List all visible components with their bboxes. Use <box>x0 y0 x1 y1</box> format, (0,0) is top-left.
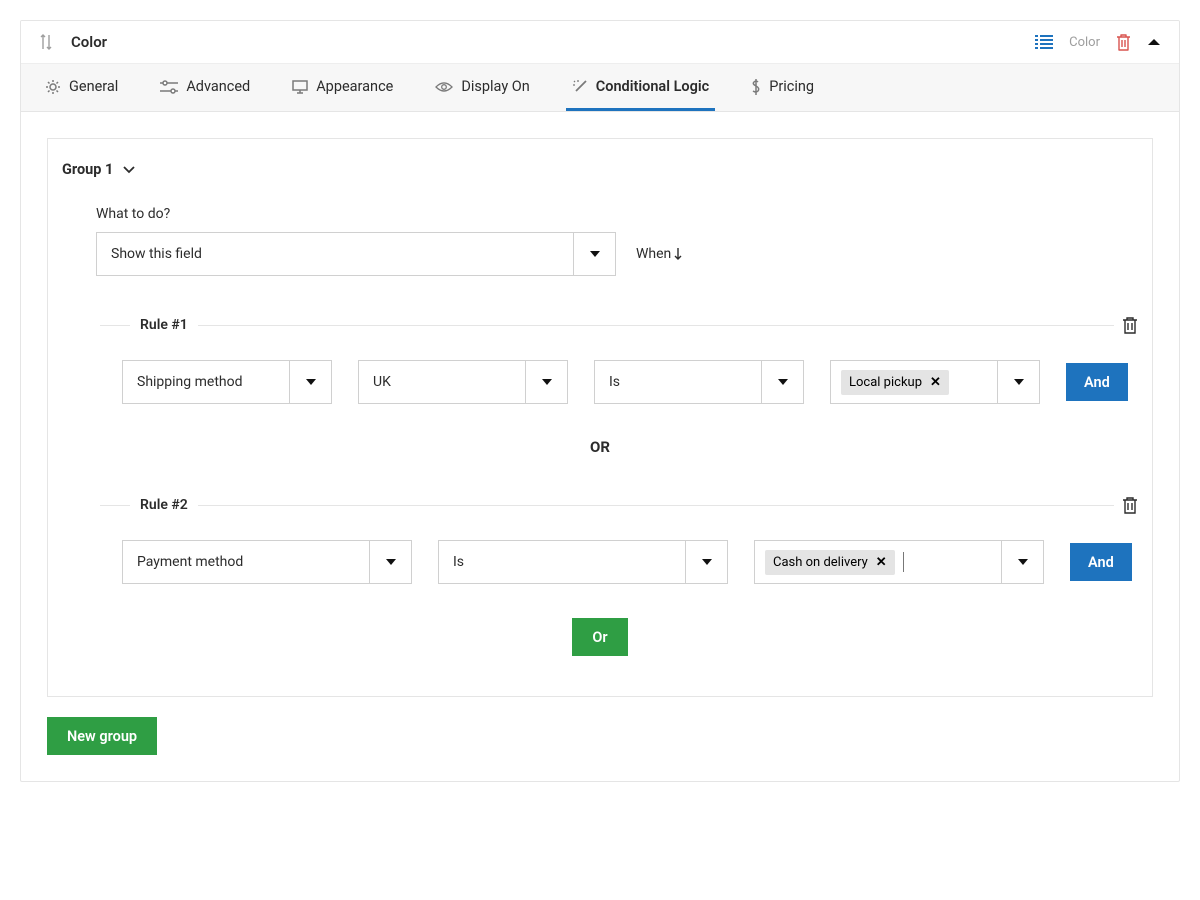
caret-down-icon <box>573 233 615 275</box>
tab-label: Appearance <box>316 78 393 95</box>
rule-2: Rule #2 Payment method Is <box>100 496 1138 584</box>
tab-label: General <box>69 78 118 95</box>
or-button-row: Or <box>62 618 1138 656</box>
tab-label: Pricing <box>769 78 814 95</box>
caret-down-icon <box>289 361 331 403</box>
caret-down-icon <box>761 361 803 403</box>
rule-legend: Rule #1 <box>100 316 1138 334</box>
group-header[interactable]: Group 1 <box>62 161 1138 178</box>
tab-appearance[interactable]: Appearance <box>286 64 399 111</box>
tab-display-on[interactable]: Display On <box>429 64 535 111</box>
arrow-down-icon <box>673 247 683 261</box>
action-select[interactable]: Show this field <box>96 232 616 276</box>
what-to-do-label: What to do? <box>96 206 1138 222</box>
delete-field-icon[interactable] <box>1116 34 1131 51</box>
tab-content: Group 1 What to do? Show this field When <box>21 112 1179 781</box>
rule-1: Rule #1 Shipping method UK <box>100 316 1138 404</box>
tab-advanced[interactable]: Advanced <box>154 64 256 111</box>
group-title: Group 1 <box>62 161 113 178</box>
value-select[interactable]: Cash on delivery ✕ <box>754 540 1044 584</box>
remove-tag-icon[interactable]: ✕ <box>930 375 941 390</box>
text-cursor <box>903 552 904 572</box>
panel-actions: Color <box>1035 34 1161 51</box>
remove-tag-icon[interactable]: ✕ <box>876 555 887 570</box>
operator-select[interactable]: Is <box>438 540 728 584</box>
or-separator: OR <box>62 438 1138 456</box>
rule-body: Shipping method UK Is Local <box>100 360 1138 404</box>
value-select[interactable]: Local pickup ✕ <box>830 360 1040 404</box>
drag-handle-icon[interactable] <box>39 34 53 50</box>
rule-body: Payment method Is Cash on delivery ✕ <box>100 540 1138 584</box>
field-panel: Color Color General Advanced Appearance <box>20 20 1180 782</box>
chevron-down-icon <box>123 166 135 174</box>
delete-rule-icon[interactable] <box>1122 316 1138 334</box>
field-select[interactable]: Shipping method <box>122 360 332 404</box>
caret-down-icon <box>1001 541 1043 583</box>
list-icon[interactable] <box>1035 35 1053 49</box>
rule-title: Rule #2 <box>130 497 198 513</box>
panel-title: Color <box>71 33 1035 51</box>
new-group-button[interactable]: New group <box>47 717 157 755</box>
zone-select[interactable]: UK <box>358 360 568 404</box>
or-button[interactable]: Or <box>572 618 627 656</box>
monitor-icon <box>292 80 308 94</box>
gear-icon <box>45 79 61 95</box>
tab-label: Display On <box>461 78 529 95</box>
operator-select[interactable]: Is <box>594 360 804 404</box>
rule-group: Group 1 What to do? Show this field When <box>47 138 1153 697</box>
and-button[interactable]: And <box>1066 363 1128 401</box>
new-group-row: New group <box>47 717 1153 755</box>
tag-chip: Cash on delivery ✕ <box>765 550 895 575</box>
caret-down-icon <box>525 361 567 403</box>
tab-pricing[interactable]: Pricing <box>745 64 820 111</box>
panel-header: Color Color <box>21 21 1179 63</box>
caret-down-icon <box>997 361 1039 403</box>
field-type-label: Color <box>1069 35 1100 50</box>
delete-rule-icon[interactable] <box>1122 496 1138 514</box>
tag-chip: Local pickup ✕ <box>841 370 949 395</box>
tab-label: Advanced <box>186 78 250 95</box>
tab-general[interactable]: General <box>39 64 124 111</box>
tabs-row: General Advanced Appearance Display On C… <box>21 63 1179 112</box>
action-value: Show this field <box>97 246 573 262</box>
rule-legend: Rule #2 <box>100 496 1138 514</box>
collapse-icon[interactable] <box>1147 37 1161 47</box>
when-label: When <box>636 246 683 262</box>
rule-title: Rule #1 <box>130 317 198 333</box>
dollar-icon <box>751 79 761 95</box>
what-to-do-row: Show this field When <box>96 232 1138 276</box>
eye-icon <box>435 81 453 93</box>
caret-down-icon <box>369 541 411 583</box>
caret-down-icon <box>685 541 727 583</box>
field-select[interactable]: Payment method <box>122 540 412 584</box>
tab-label: Conditional Logic <box>596 78 709 95</box>
sliders-icon <box>160 80 178 94</box>
tab-conditional-logic[interactable]: Conditional Logic <box>566 64 715 111</box>
and-button[interactable]: And <box>1070 543 1132 581</box>
magic-wand-icon <box>572 79 588 95</box>
